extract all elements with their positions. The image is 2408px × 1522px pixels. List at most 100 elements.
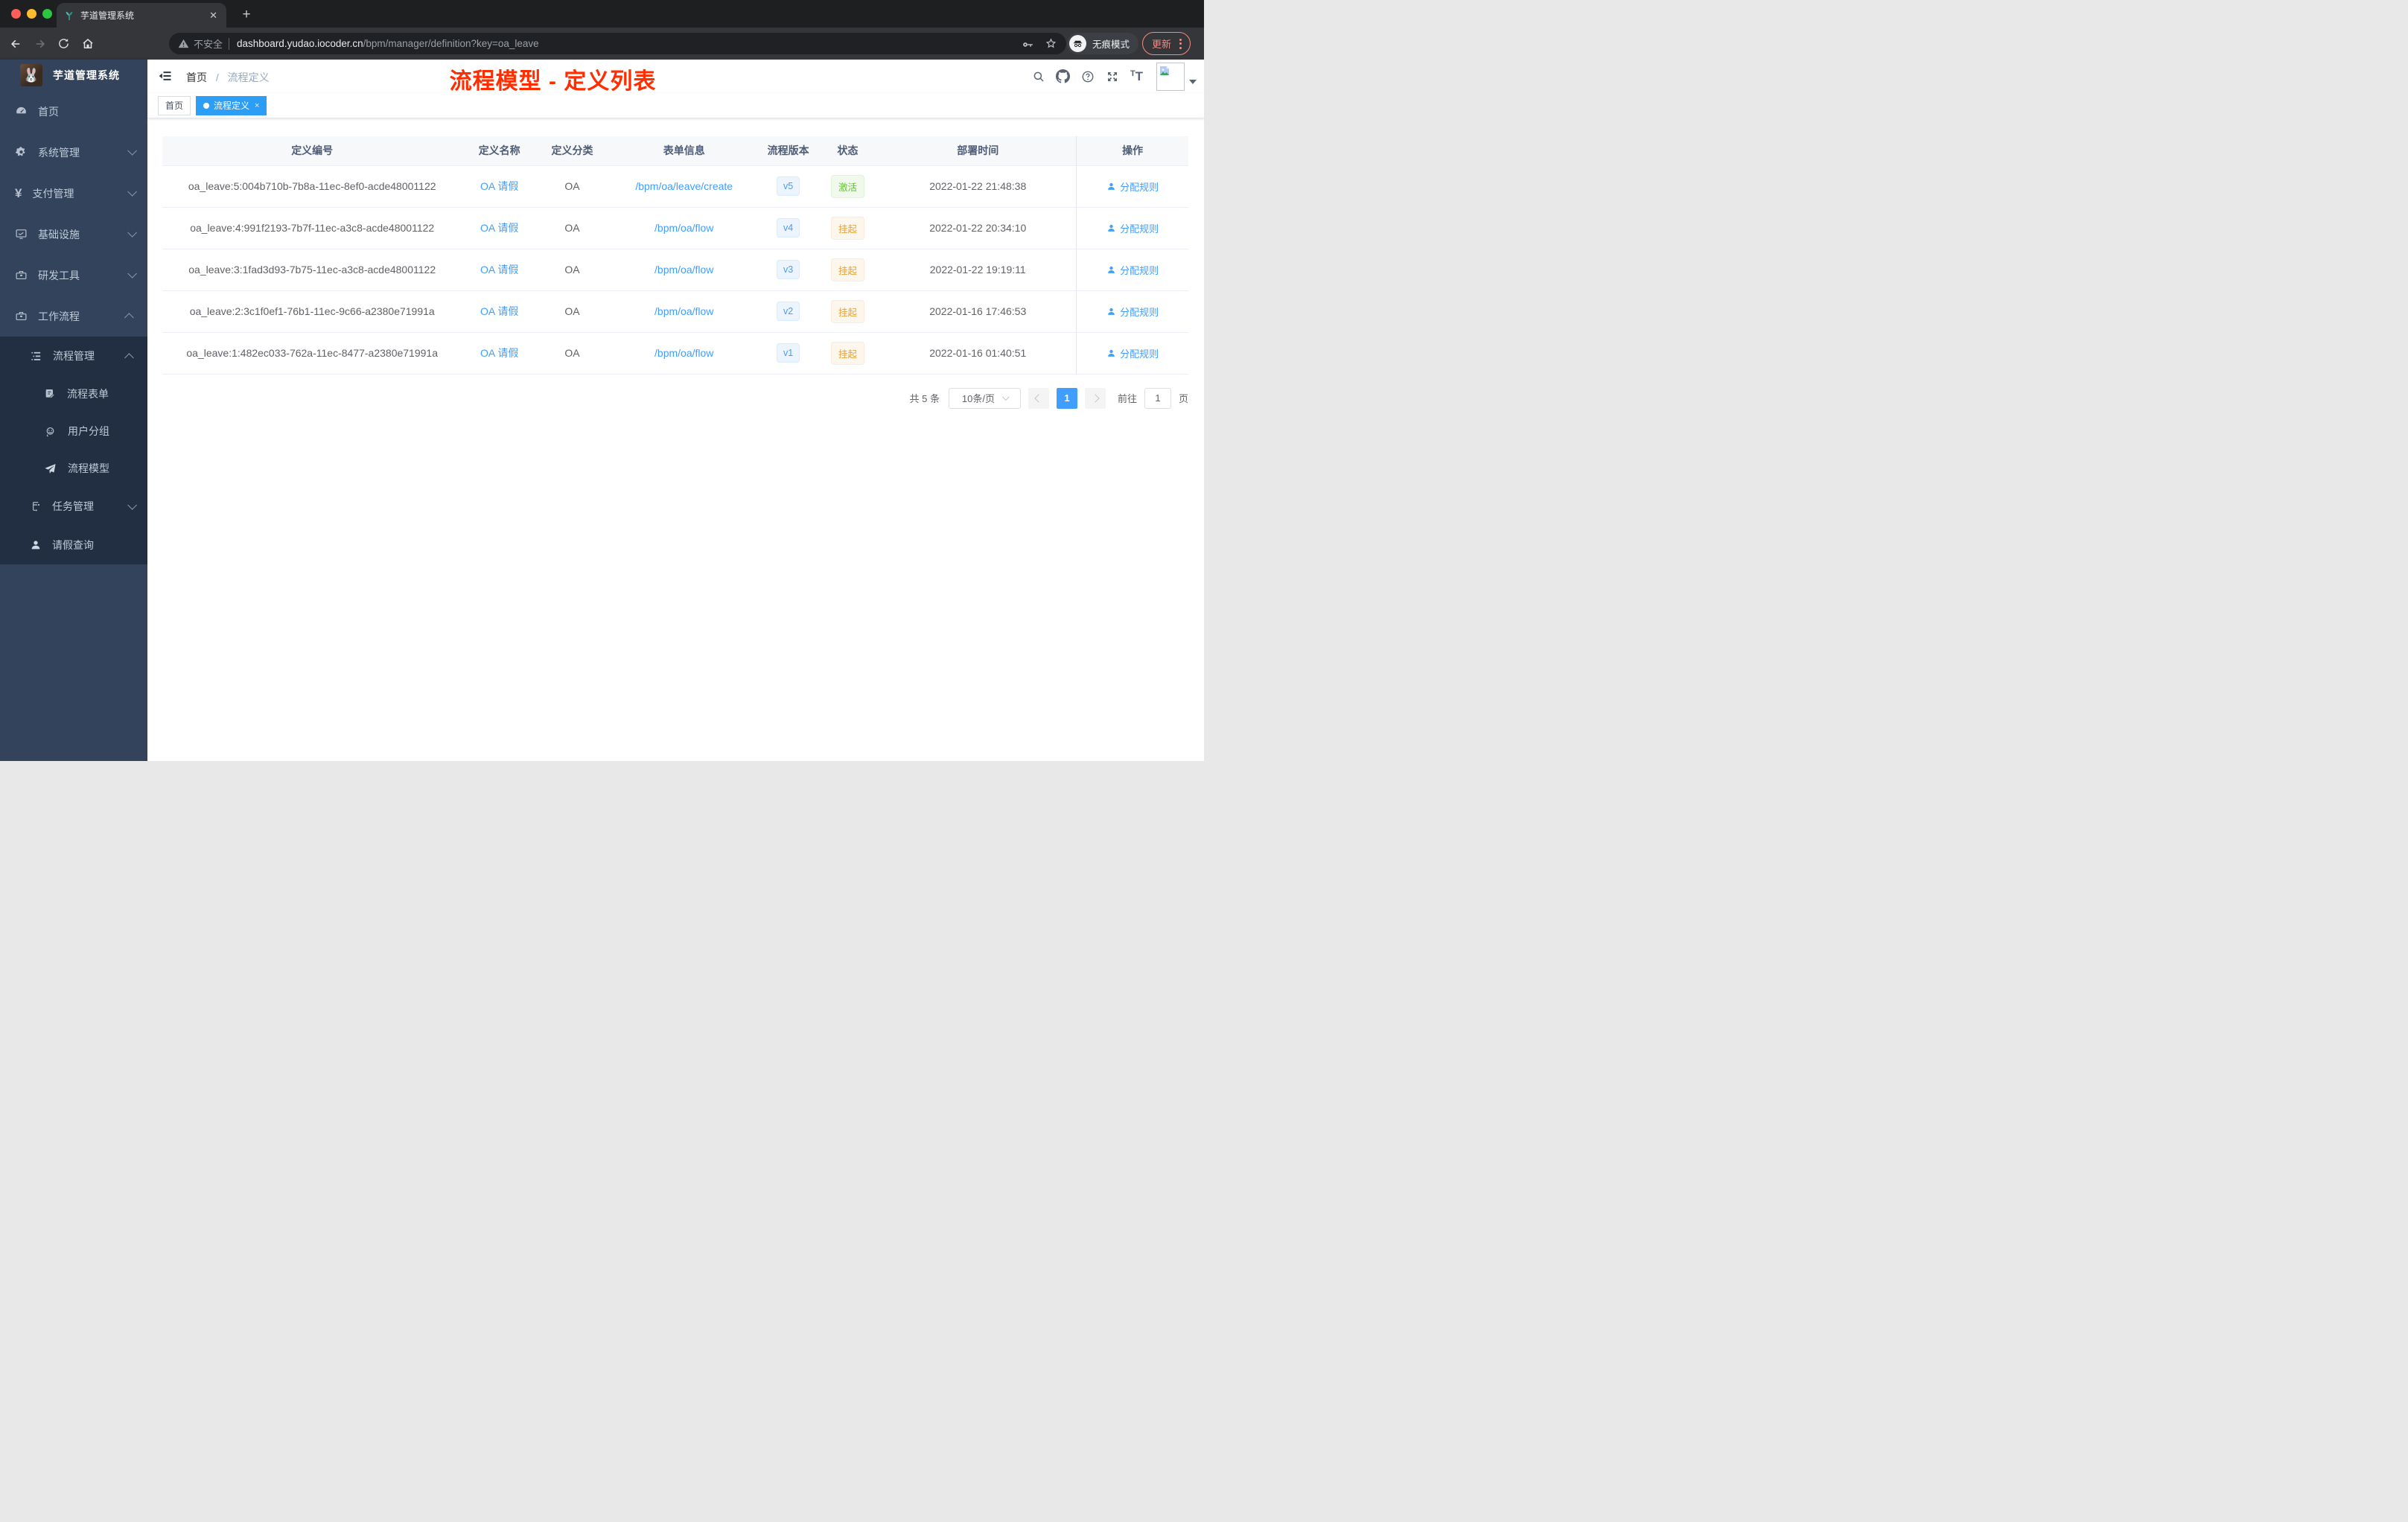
help-icon[interactable] (1075, 70, 1100, 83)
sidebar-item-system[interactable]: 系统管理 (0, 132, 147, 173)
password-key-icon[interactable] (1022, 37, 1034, 50)
github-icon[interactable] (1051, 69, 1075, 83)
font-size-icon[interactable]: TT (1124, 69, 1149, 84)
deploy-time: 2022-01-22 20:34:10 (879, 207, 1077, 249)
tag-home[interactable]: 首页 (158, 95, 191, 115)
sidebar-item-label: 研发工具 (38, 269, 80, 281)
form-link[interactable]: /bpm/oa/flow (654, 347, 713, 359)
sidebar-item-user-group[interactable]: 用户分组 (0, 413, 147, 450)
form-link[interactable]: /bpm/oa/flow (654, 305, 713, 317)
version-badge: v3 (776, 260, 800, 279)
search-icon[interactable] (1026, 70, 1051, 83)
sidebar-item-infra[interactable]: 基础设施 (0, 214, 147, 255)
assign-rule-label: 分配规则 (1120, 181, 1159, 193)
fullscreen-icon[interactable] (1100, 70, 1124, 83)
chrome-update-button[interactable]: 更新 (1141, 32, 1191, 55)
form-link[interactable]: /bpm/oa/leave/create (635, 180, 733, 192)
tag-close-icon[interactable]: × (255, 101, 259, 110)
definition-name-link[interactable]: OA 请假 (480, 347, 518, 359)
incognito-icon (1068, 35, 1086, 52)
paper-plane-icon (44, 462, 57, 475)
window-minimize-button[interactable] (27, 9, 36, 19)
sidebar-item-workflow[interactable]: 工作流程 (0, 296, 147, 337)
sidebar-item-devtools[interactable]: 研发工具 (0, 255, 147, 296)
bookmark-star-icon[interactable] (1045, 37, 1057, 50)
current-page-button[interactable]: 1 (1056, 387, 1077, 409)
deploy-time: 2022-01-22 19:19:11 (879, 249, 1077, 291)
definition-name-link[interactable]: OA 请假 (480, 222, 518, 234)
sidebar-item-leave-query[interactable]: 请假查询 (0, 526, 147, 564)
page-size-value: 10条/页 (961, 393, 995, 404)
sidebar-item-task-management[interactable]: 任务管理 (0, 487, 147, 526)
chevron-up-icon (124, 352, 134, 363)
assign-rule-button[interactable]: 分配规则 (1106, 179, 1159, 194)
browser-tab[interactable]: 芋道管理系统 ✕ (57, 3, 226, 28)
new-tab-button[interactable]: + (237, 5, 256, 25)
sidebar-item-process-model[interactable]: 流程模型 (0, 450, 147, 487)
sidebar-item-label: 请假查询 (52, 539, 94, 551)
avatar[interactable] (1156, 62, 1185, 91)
table-row: oa_leave:5:004b710b-7b8a-11ec-8ef0-acde4… (162, 165, 1188, 208)
sidebar-item-label: 任务管理 (52, 500, 94, 512)
sidebar-item-process-management[interactable]: 流程管理 (0, 337, 147, 375)
pagination: 共 5 条 10条/页 1 前往 页 (162, 387, 1188, 409)
assign-rule-button[interactable]: 分配规则 (1106, 305, 1159, 319)
url-bar[interactable]: 不安全 dashboard.yudao.iocoder.cn/bpm/manag… (169, 33, 1066, 54)
sidebar-item-label: 首页 (38, 105, 59, 118)
pagination-total: 共 5 条 (909, 393, 940, 404)
tag-process-definition[interactable]: 流程定义 × (196, 95, 267, 115)
form-link[interactable]: /bpm/oa/flow (654, 264, 713, 276)
assign-rule-button[interactable]: 分配规则 (1106, 221, 1159, 235)
definition-id: oa_leave:5:004b710b-7b8a-11ec-8ef0-acde4… (162, 165, 462, 208)
workflow-submenu: 流程管理 流程表单 用户分组 流程模型 任务管理 请假查询 (0, 337, 147, 564)
definition-name-link[interactable]: OA 请假 (480, 264, 518, 276)
sidebar-item-payment[interactable]: ¥ 支付管理 (0, 173, 147, 214)
reload-icon[interactable] (54, 34, 73, 53)
window-close-button[interactable] (11, 9, 21, 19)
window-zoom-button[interactable] (42, 9, 52, 19)
tag-label: 首页 (165, 101, 184, 111)
next-page-button[interactable] (1084, 387, 1106, 409)
chevron-down-icon (1001, 393, 1010, 401)
col-form-info: 表单信息 (608, 136, 761, 166)
sidebar-item-process-form[interactable]: 流程表单 (0, 375, 147, 413)
table-row: oa_leave:1:482ec033-762a-11ec-8477-a2380… (162, 332, 1188, 375)
back-icon[interactable] (6, 34, 25, 53)
forward-icon[interactable] (31, 34, 49, 53)
definition-name-link[interactable]: OA 请假 (480, 305, 518, 317)
chevron-down-icon (127, 500, 137, 510)
tree-list-icon (30, 350, 42, 363)
version-badge: v5 (776, 176, 800, 196)
sidebar-logo-row[interactable]: 🐰 芋道管理系统 (0, 60, 147, 91)
app-logo-avatar: 🐰 (20, 64, 42, 86)
browser-window: 芋道管理系统 ✕ + 不安全 dashboard.yudao.iocoder.c… (0, 0, 1204, 761)
goto-page-input[interactable] (1144, 387, 1171, 409)
chevron-down-icon (127, 228, 137, 238)
assign-rule-button[interactable]: 分配规则 (1106, 346, 1159, 360)
definition-category: OA (536, 332, 608, 375)
sidebar-item-home[interactable]: 首页 (0, 91, 147, 132)
definition-category: OA (536, 290, 608, 333)
tag-label: 流程定义 (214, 101, 250, 111)
definition-id: oa_leave:2:3c1f0ef1-76b1-11ec-9c66-a2380… (162, 290, 462, 333)
definition-id: oa_leave:1:482ec033-762a-11ec-8477-a2380… (162, 332, 462, 375)
page-unit-label: 页 (1178, 393, 1188, 404)
not-secure-label[interactable]: 不安全 (194, 36, 223, 51)
prev-page-button[interactable] (1028, 387, 1049, 409)
header-actions: TT (1026, 60, 1204, 93)
flow-icon (30, 500, 42, 512)
col-process-version: 流程版本 (760, 136, 816, 166)
home-icon[interactable] (78, 34, 97, 53)
deploy-time: 2022-01-16 17:46:53 (879, 290, 1077, 333)
tab-close-icon[interactable]: ✕ (208, 10, 219, 22)
url-host: dashboard.yudao.iocoder.cn (237, 38, 363, 49)
form-link[interactable]: /bpm/oa/flow (654, 222, 713, 234)
assign-rule-button[interactable]: 分配规则 (1106, 263, 1159, 277)
definition-name-link[interactable]: OA 请假 (480, 180, 518, 192)
assign-rule-label: 分配规则 (1120, 223, 1159, 235)
col-definition-name: 定义名称 (462, 136, 537, 166)
page-size-select[interactable]: 10条/页 (948, 387, 1021, 409)
status-badge: 激活 (830, 174, 864, 198)
avatar-caret-icon[interactable] (1189, 79, 1197, 84)
chrome-menu-icon[interactable] (1177, 38, 1184, 49)
